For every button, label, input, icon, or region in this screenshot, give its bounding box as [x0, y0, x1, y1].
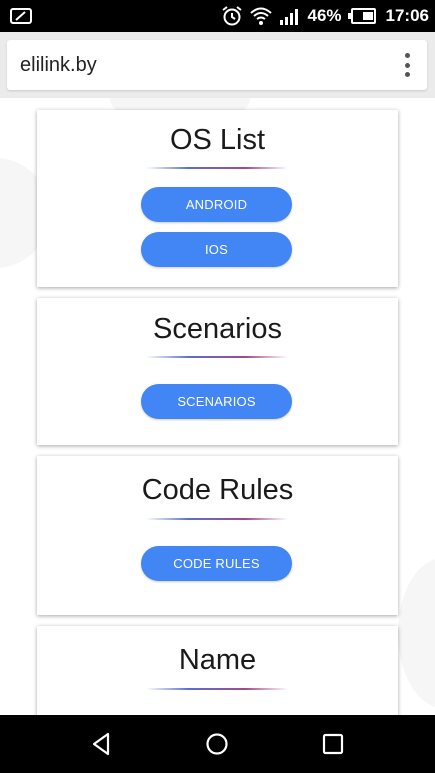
card-title: Scenarios — [153, 313, 282, 345]
battery-percent: 46% — [307, 6, 342, 25]
alarm-icon — [222, 6, 243, 26]
recents-icon[interactable] — [318, 729, 348, 759]
card-code-rules: Code Rules CODE RULES — [37, 456, 398, 615]
card-name: Name — [37, 626, 398, 715]
card-title: Name — [178, 644, 257, 676]
scenarios-button[interactable]: SCENARIOS — [141, 384, 292, 419]
code-rules-button[interactable]: CODE RULES — [141, 546, 292, 581]
page-content: OS List ANDROID IOS Scenarios SCENARIOS … — [0, 98, 435, 715]
title-divider — [146, 518, 288, 520]
title-divider — [146, 688, 288, 690]
status-icons: 46% 17:06 — [221, 0, 429, 32]
card-os-list: OS List ANDROID IOS — [37, 110, 398, 287]
background-decoration — [398, 558, 435, 708]
home-icon[interactable] — [202, 729, 232, 759]
more-vert-icon[interactable] — [401, 52, 413, 78]
navigation-bar — [0, 715, 435, 773]
android-button[interactable]: ANDROID — [141, 187, 292, 222]
wifi-icon — [250, 7, 273, 25]
title-divider — [146, 356, 288, 358]
back-icon[interactable] — [86, 729, 116, 759]
battery-icon — [347, 8, 376, 24]
signal-icon — [280, 9, 299, 25]
card-title: Code Rules — [141, 474, 294, 506]
ios-button[interactable]: IOS — [141, 232, 292, 267]
card-scenarios: Scenarios SCENARIOS — [37, 298, 398, 445]
clock: 17:06 — [385, 6, 429, 25]
notification-icon — [10, 8, 32, 24]
browser-toolbar: elilink.by — [0, 32, 435, 98]
card-title: OS List — [169, 124, 266, 156]
title-divider — [146, 167, 288, 169]
url-text[interactable]: elilink.by — [20, 54, 97, 77]
address-field[interactable]: elilink.by — [7, 40, 427, 90]
status-bar: 46% 17:06 — [0, 0, 435, 32]
